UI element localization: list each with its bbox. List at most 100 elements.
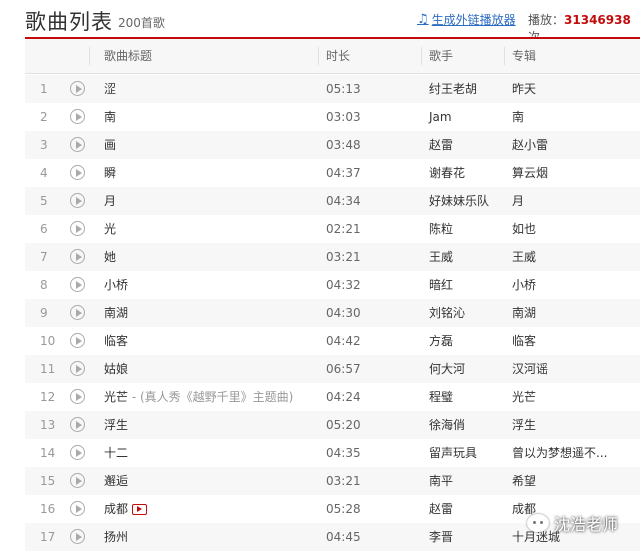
song-album[interactable]: 曾以为梦想遥不... — [512, 439, 607, 467]
song-title-cell[interactable]: 姑娘 — [104, 355, 128, 383]
table-row[interactable]: 2 南 03:03 Jam 南 — [25, 103, 640, 131]
song-title[interactable]: 成都 — [104, 502, 128, 516]
song-artist[interactable]: 程璧 — [429, 383, 453, 411]
song-artist[interactable]: 南平 — [429, 467, 453, 495]
play-icon[interactable] — [70, 417, 85, 432]
song-title-cell[interactable]: 成都 — [104, 495, 148, 523]
song-title[interactable]: 光 — [104, 222, 116, 236]
song-artist[interactable]: 纣王老胡 — [429, 75, 477, 103]
song-album[interactable]: 南 — [512, 103, 524, 131]
play-icon[interactable] — [70, 529, 85, 544]
song-title[interactable]: 画 — [104, 138, 116, 152]
play-icon[interactable] — [70, 193, 85, 208]
song-title[interactable]: 小桥 — [104, 278, 128, 292]
song-artist[interactable]: 赵雷 — [429, 131, 453, 159]
song-title[interactable]: 南湖 — [104, 306, 128, 320]
play-icon[interactable] — [70, 333, 85, 348]
song-artist[interactable]: 方磊 — [429, 327, 453, 355]
song-artist[interactable]: 徐海俏 — [429, 411, 465, 439]
song-artist[interactable]: 李晋 — [429, 523, 453, 551]
song-album[interactable]: 浮生 — [512, 411, 536, 439]
play-icon[interactable] — [70, 81, 85, 96]
song-album[interactable]: 南湖 — [512, 299, 536, 327]
song-album[interactable]: 算云烟 — [512, 159, 548, 187]
song-title-cell[interactable]: 邂逅 — [104, 467, 128, 495]
song-title[interactable]: 她 — [104, 250, 116, 264]
song-title-cell[interactable]: 浮生 — [104, 411, 128, 439]
song-title-cell[interactable]: 南 — [104, 103, 116, 131]
song-artist[interactable]: 陈粒 — [429, 215, 453, 243]
song-album[interactable]: 月 — [512, 187, 524, 215]
song-title-cell[interactable]: 小桥 — [104, 271, 128, 299]
song-title-cell[interactable]: 南湖 — [104, 299, 128, 327]
song-album[interactable]: 如也 — [512, 215, 536, 243]
song-title-cell[interactable]: 画 — [104, 131, 116, 159]
table-row[interactable]: 14 十二 04:35 留声玩具 曾以为梦想遥不... — [25, 439, 640, 467]
song-artist[interactable]: 留声玩具 — [429, 439, 477, 467]
play-icon[interactable] — [70, 137, 85, 152]
song-title-cell[interactable]: 月 — [104, 187, 116, 215]
song-title[interactable]: 月 — [104, 194, 116, 208]
song-artist[interactable]: 王威 — [429, 243, 453, 271]
table-row[interactable]: 13 浮生 05:20 徐海俏 浮生 — [25, 411, 640, 439]
song-album[interactable]: 汉河谣 — [512, 355, 548, 383]
song-album[interactable]: 希望 — [512, 467, 536, 495]
song-title-cell[interactable]: 临客 — [104, 327, 128, 355]
table-row[interactable]: 8 小桥 04:32 暗红 小桥 — [25, 271, 640, 299]
mv-play-icon[interactable] — [132, 504, 148, 515]
table-row[interactable]: 5 月 04:34 好妹妹乐队月 — [25, 187, 640, 215]
play-icon[interactable] — [70, 305, 85, 320]
song-title[interactable]: 涩 — [104, 82, 116, 96]
song-title[interactable]: 南 — [104, 110, 116, 124]
song-title-cell[interactable]: 光 — [104, 215, 116, 243]
song-title[interactable]: 邂逅 — [104, 474, 128, 488]
song-title[interactable]: 姑娘 — [104, 362, 128, 376]
table-row[interactable]: 15 邂逅 03:21 南平 希望 — [25, 467, 640, 495]
song-artist[interactable]: 暗红 — [429, 271, 453, 299]
song-title[interactable]: 扬州 — [104, 530, 128, 544]
table-row[interactable]: 4 瞬 04:37 谢春花 算云烟 — [25, 159, 640, 187]
song-album[interactable]: 赵小雷 — [512, 131, 548, 159]
play-icon[interactable] — [70, 473, 85, 488]
play-icon[interactable] — [70, 165, 85, 180]
song-title-cell[interactable]: 扬州 — [104, 523, 128, 551]
song-title[interactable]: 瞬 — [104, 166, 116, 180]
song-title-cell[interactable]: 瞬 — [104, 159, 116, 187]
song-album[interactable]: 王威 — [512, 243, 536, 271]
song-artist[interactable]: 何大河 — [429, 355, 465, 383]
song-title[interactable]: 浮生 — [104, 418, 128, 432]
generate-player-link[interactable]: ♫ 生成外链播放器 — [417, 11, 516, 28]
table-row[interactable]: 1 涩 05:13 纣王老胡 昨天 — [25, 75, 640, 103]
table-row[interactable]: 6 光 02:21 陈粒 如也 — [25, 215, 640, 243]
table-row[interactable]: 11 姑娘 06:57 何大河 汉河谣 — [25, 355, 640, 383]
song-artist[interactable]: Jam — [429, 103, 452, 131]
play-icon[interactable] — [70, 221, 85, 236]
song-title-cell[interactable]: 涩 — [104, 75, 116, 103]
song-title-cell[interactable]: 十二 — [104, 439, 128, 467]
table-row[interactable]: 3 画 03:48 赵雷 赵小雷 — [25, 131, 640, 159]
song-artist[interactable]: 赵雷 — [429, 495, 453, 523]
song-album[interactable]: 临客 — [512, 327, 536, 355]
song-album[interactable]: 光芒 — [512, 383, 536, 411]
play-icon[interactable] — [70, 277, 85, 292]
table-row[interactable]: 7 她 03:21 王威 王威 — [25, 243, 640, 271]
song-title[interactable]: 十二 — [104, 446, 128, 460]
song-album[interactable]: 小桥 — [512, 271, 536, 299]
song-artist[interactable]: 刘铭沁 — [429, 299, 465, 327]
table-row[interactable]: 9 南湖 04:30 刘铭沁 南湖 — [25, 299, 640, 327]
table-row[interactable]: 12 光芒 - (真人秀《越野千里》主题曲) 04:24 程璧 光芒 — [25, 383, 640, 411]
song-artist[interactable]: 谢春花 — [429, 159, 465, 187]
play-icon[interactable] — [70, 249, 85, 264]
play-icon[interactable] — [70, 109, 85, 124]
song-title-cell[interactable]: 她 — [104, 243, 116, 271]
play-icon[interactable] — [70, 361, 85, 376]
song-album[interactable]: 昨天 — [512, 75, 536, 103]
song-title-cell[interactable]: 光芒 - (真人秀《越野千里》主题曲) — [104, 383, 293, 411]
play-icon[interactable] — [70, 445, 85, 460]
song-artist[interactable]: 好妹妹乐队 — [429, 187, 489, 215]
table-row[interactable]: 10 临客 04:42 方磊 临客 — [25, 327, 640, 355]
song-title[interactable]: 临客 — [104, 334, 128, 348]
play-icon[interactable] — [70, 389, 85, 404]
song-title[interactable]: 光芒 — [104, 390, 128, 404]
play-icon[interactable] — [70, 501, 85, 516]
